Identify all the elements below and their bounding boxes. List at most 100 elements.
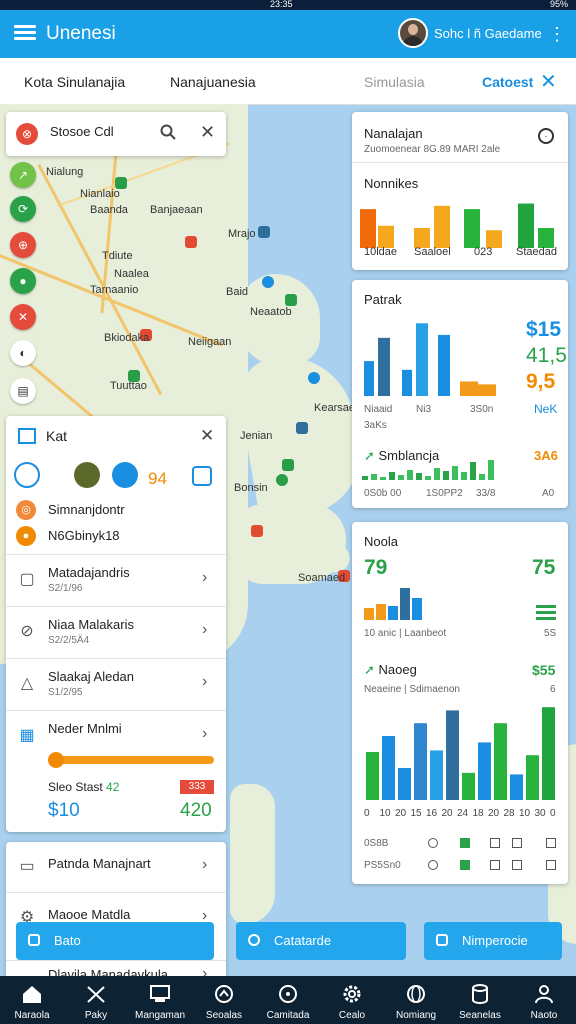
tab-simulasia[interactable]: Simulasia <box>364 74 425 90</box>
list-item[interactable]: N6Gbinyk18 <box>48 528 120 543</box>
row-icons <box>428 838 556 848</box>
nav-seoalas[interactable]: Seoalas <box>192 976 256 1024</box>
info-icon[interactable]: · <box>538 128 554 144</box>
map-marker[interactable] <box>276 474 288 486</box>
panel-row[interactable]: △ Slaakaj Aledan S1/2/95 › <box>6 658 226 709</box>
gear-icon <box>341 984 363 1004</box>
row-title: Slaakaj Aledan <box>48 669 135 684</box>
list-item[interactable]: Simnanjdontr <box>48 502 125 517</box>
map-layer-button[interactable]: ⊕ <box>10 232 36 258</box>
search-text[interactable]: Stosoe Cdl <box>50 124 114 139</box>
nav-manager[interactable]: Mangaman <box>128 976 192 1024</box>
slider-knob[interactable] <box>48 752 64 768</box>
section-value: $55 <box>532 662 556 678</box>
avatar[interactable] <box>398 18 428 48</box>
circle-icon[interactable] <box>428 838 438 848</box>
tab-kota[interactable]: Kota Sinulanajia <box>24 74 125 90</box>
share-icon[interactable] <box>192 466 212 486</box>
panel-icon-row: 94 <box>6 456 226 496</box>
stat-value: 41,5 <box>526 344 567 367</box>
map-layer-button[interactable]: ✕ <box>10 304 36 330</box>
document-icon: ▢ <box>19 571 35 588</box>
nav-nomiang[interactable]: Nomiang <box>384 976 448 1024</box>
nimperocie-button[interactable]: Nimperocie <box>424 922 562 960</box>
chart-bar <box>414 228 430 248</box>
user-name[interactable]: Sohc l ñ Gaedame <box>434 26 542 41</box>
check-icon[interactable] <box>460 838 470 848</box>
map-marker[interactable] <box>258 226 270 238</box>
chart-bar <box>430 750 443 800</box>
map-marker[interactable] <box>296 422 308 434</box>
tab-catoest[interactable]: Catoest <box>482 74 533 90</box>
list-icon[interactable] <box>536 602 556 623</box>
panel-row[interactable]: ⊘ Niaa Malakaris S2/2/5Ä4 › <box>6 606 226 657</box>
search-icon[interactable] <box>160 124 176 140</box>
catatarde-button[interactable]: Catatarde <box>236 922 406 960</box>
map-marker[interactable] <box>251 525 263 537</box>
chevron-right-icon: › <box>202 725 208 742</box>
square-icon[interactable] <box>490 838 500 848</box>
globe-icon[interactable] <box>112 462 138 488</box>
avatar[interactable] <box>74 462 100 488</box>
map-layer-button[interactable]: ↗ <box>10 162 36 188</box>
row-icons <box>428 860 556 870</box>
menu-icon[interactable] <box>14 22 36 44</box>
bottom-nav: Naraola Paky Mangaman Seoalas Camitada C… <box>0 976 576 1024</box>
close-icon[interactable]: ✕ <box>200 426 214 446</box>
nav-naoto[interactable]: Naoto <box>512 976 576 1024</box>
map-label: Jenian <box>240 430 273 442</box>
transfer-icon[interactable] <box>14 462 40 488</box>
panel-row[interactable]: ▭ Patnda Manajnart › <box>6 842 226 892</box>
square-icon[interactable] <box>490 860 500 870</box>
tick-label: 20 <box>441 808 453 819</box>
close-icon[interactable]: ✕ <box>200 122 215 143</box>
tick-label: 0 <box>550 808 556 819</box>
chart-bar <box>388 606 398 620</box>
user-icon <box>533 984 555 1004</box>
slider-label: Sleo Stast 42 <box>48 780 120 794</box>
map-marker[interactable] <box>262 276 274 288</box>
chart-bar <box>389 472 395 480</box>
map-layer-button[interactable]: ⟳ <box>10 196 36 222</box>
tab-nanajuanesia[interactable]: Nanajuanesia <box>170 74 256 90</box>
tick-label: 33/8 <box>476 488 496 499</box>
map-marker[interactable] <box>185 236 197 248</box>
map-layer-button[interactable]: ◐ <box>10 340 36 366</box>
circle-icon[interactable] <box>428 860 438 870</box>
map-marker[interactable] <box>282 459 294 471</box>
more-vertical-icon[interactable]: ⋮ <box>548 24 566 44</box>
map-layer-button[interactable]: ▤ <box>10 378 36 404</box>
square-icon[interactable] <box>546 838 556 848</box>
chart-bar <box>461 472 467 480</box>
stats-card-2: Patrak $15 41,5 9,5 NeK Niaaid Ni3 3S0n … <box>352 280 568 508</box>
chart-bar <box>380 477 386 480</box>
chart-bar <box>371 474 377 480</box>
chart-bar <box>462 772 475 800</box>
chevron-right-icon: › <box>202 856 208 873</box>
chart-bar <box>494 723 507 800</box>
square-icon[interactable] <box>512 838 522 848</box>
document-icon: ▭ <box>19 858 35 875</box>
close-icon[interactable]: ✕ <box>540 69 557 94</box>
panel-header: Kat ✕ <box>6 416 226 458</box>
square-icon[interactable] <box>546 860 556 870</box>
check-icon[interactable] <box>460 860 470 870</box>
nav-camitada[interactable]: Camitada <box>256 976 320 1024</box>
map-marker[interactable] <box>285 294 297 306</box>
nav-tools[interactable]: Paky <box>64 976 128 1024</box>
nav-seanelas[interactable]: Seanelas <box>448 976 512 1024</box>
map-layer-button[interactable]: ● <box>10 268 36 294</box>
chevron-right-icon: › <box>202 569 208 586</box>
chart-bar <box>416 473 422 480</box>
details-panel: Kat ✕ 94 ◎ Simnanjdontr ● N6Gbinyk18 ▢ M… <box>6 416 226 832</box>
map-marker[interactable] <box>308 372 320 384</box>
nav-cealo[interactable]: Cealo <box>320 976 384 1024</box>
chart-bar <box>478 384 496 396</box>
chart-bar <box>479 474 485 480</box>
tick-label: 023 <box>474 246 493 258</box>
square-icon[interactable] <box>512 860 522 870</box>
nav-home[interactable]: Naraola <box>0 976 64 1024</box>
bato-button[interactable]: Bato <box>16 922 214 960</box>
panel-row[interactable]: ▢ Matadajandris S2/1/96 › <box>6 554 226 605</box>
range-slider[interactable] <box>48 752 214 768</box>
